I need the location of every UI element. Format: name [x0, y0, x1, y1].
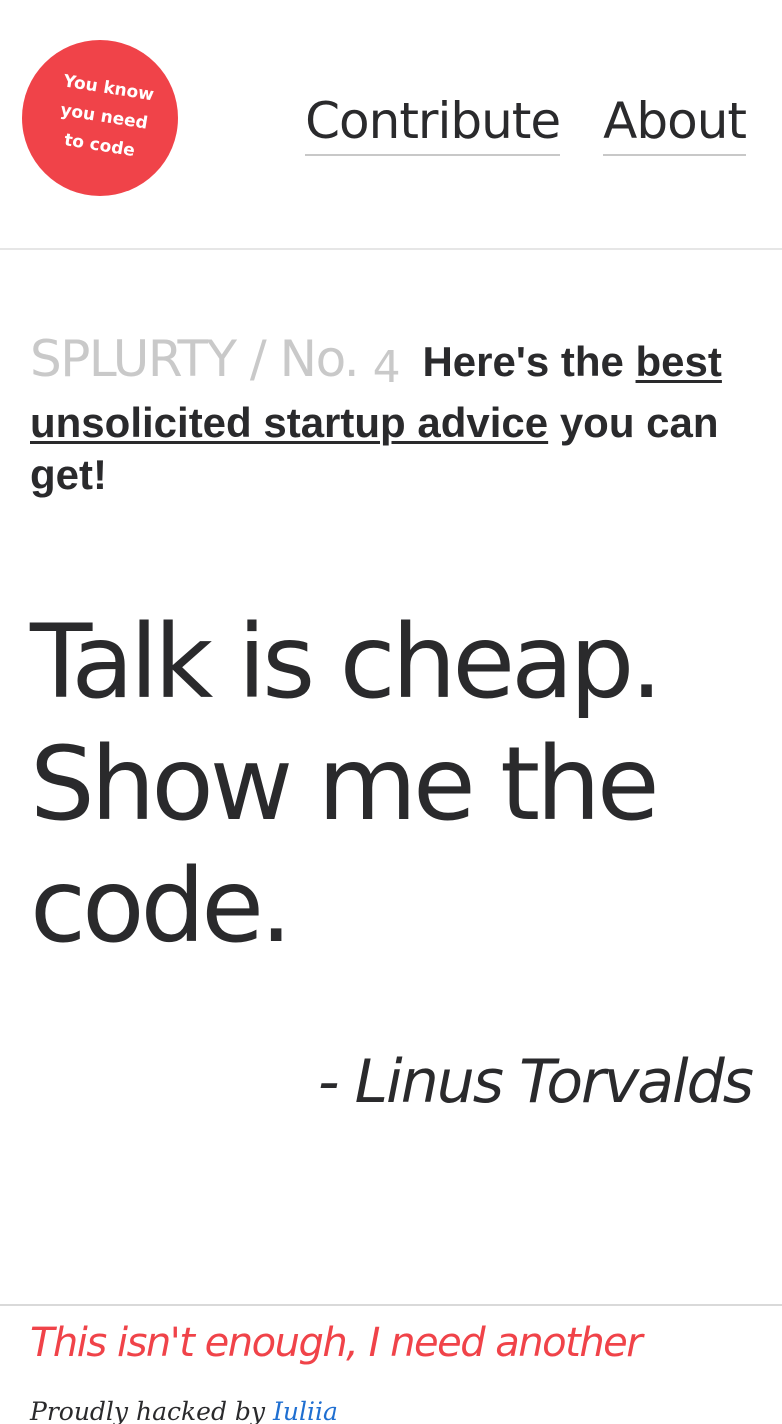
- intro-section: SPLURTY / No. 4 Here's the best unsolici…: [30, 330, 750, 501]
- brand-title: SPLURTY / No. 4: [30, 330, 401, 393]
- site-header: You know you need to code Contribute Abo…: [0, 0, 782, 250]
- quote-text: Talk is cheap. Show me the code.: [30, 603, 663, 966]
- brand-name: SPLURTY / No.: [30, 330, 360, 388]
- nav-about-link[interactable]: About: [603, 92, 747, 156]
- main-nav: Contribute About: [305, 92, 747, 156]
- nav-contribute-link[interactable]: Contribute: [305, 92, 561, 156]
- logo-badge[interactable]: You know you need to code: [22, 40, 178, 196]
- site-footer: This isn't enough, I need another Proudl…: [0, 1304, 782, 1424]
- quote-author: - Linus Torvalds: [317, 1047, 754, 1117]
- credits: Proudly hacked by Iuliia: [30, 1396, 338, 1424]
- credits-author-link[interactable]: Iuliia: [273, 1397, 338, 1424]
- credits-prefix: Proudly hacked by: [30, 1397, 266, 1424]
- logo-text: You know you need to code: [42, 66, 166, 169]
- issue-number: 4: [372, 342, 401, 393]
- another-quote-link[interactable]: This isn't enough, I need another: [30, 1318, 643, 1368]
- intro-text-before: Here's the: [422, 338, 624, 385]
